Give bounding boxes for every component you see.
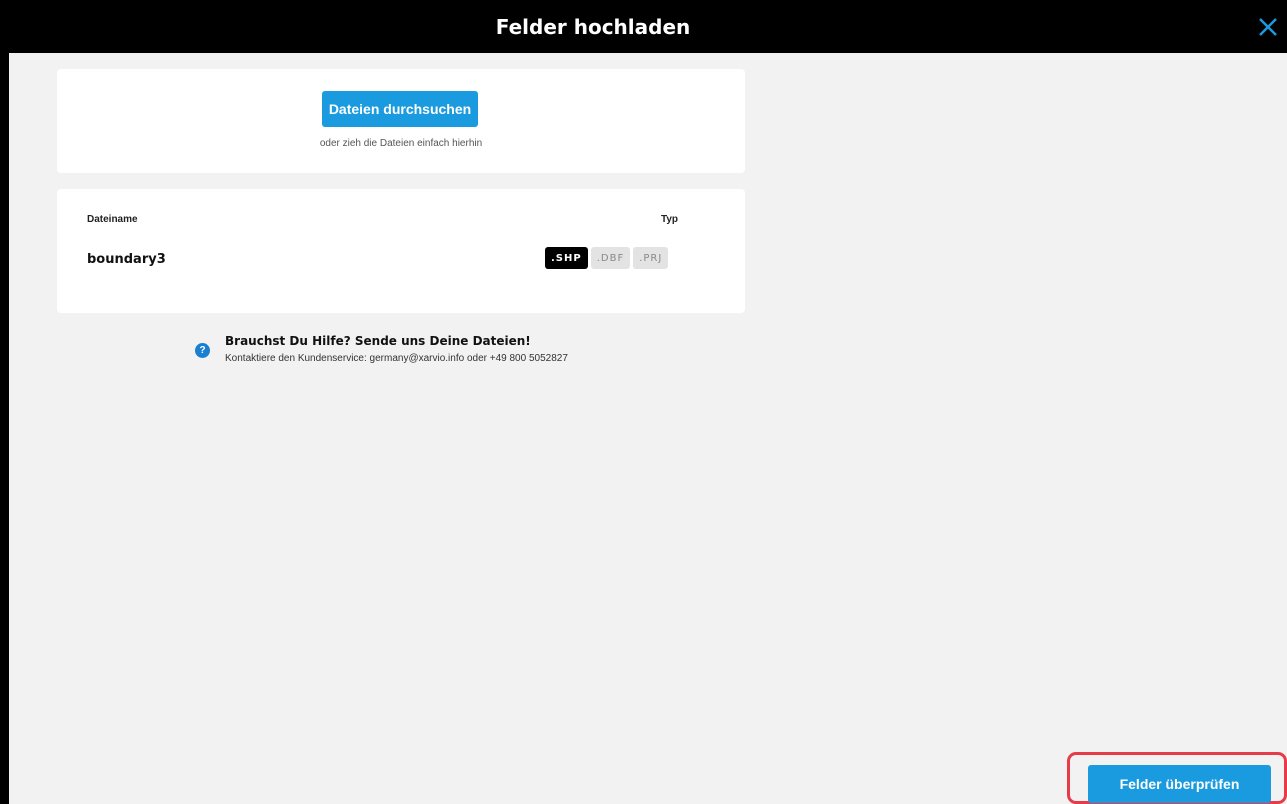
review-button-highlight: Felder überprüfen [1067, 752, 1287, 804]
upload-dialog: Felder hochladen Dateien durchsuchen ode… [9, 0, 1287, 804]
column-header-filename: Dateiname [87, 214, 138, 225]
page-title: Felder hochladen [495, 14, 691, 39]
dialog-header: Felder hochladen [9, 0, 1287, 53]
file-type-badges: .SHP .DBF .PRJ [545, 247, 669, 269]
browse-files-button[interactable]: Dateien durchsuchen [322, 91, 478, 127]
file-name: boundary3 [87, 252, 166, 267]
question-icon: ? [195, 343, 210, 358]
close-button[interactable] [1255, 14, 1281, 40]
file-list: Dateiname Typ boundary3 .SHP .DBF .PRJ [57, 189, 745, 313]
upload-dropzone[interactable]: Dateien durchsuchen oder zieh die Dateie… [57, 69, 745, 173]
help-contact-text: Kontaktiere den Kundenservice: germany@x… [225, 353, 568, 364]
column-header-type: Typ [660, 214, 678, 225]
close-icon [1259, 18, 1277, 36]
drop-hint: oder zieh die Dateien einfach hierhin [319, 138, 483, 149]
type-badge-shp: .SHP [545, 247, 588, 269]
type-badge-dbf: .DBF [590, 247, 631, 269]
type-badge-prj: .PRJ [633, 247, 669, 269]
review-fields-button[interactable]: Felder überprüfen [1088, 765, 1271, 803]
help-title: Brauchst Du Hilfe? Sende uns Deine Datei… [225, 334, 531, 348]
